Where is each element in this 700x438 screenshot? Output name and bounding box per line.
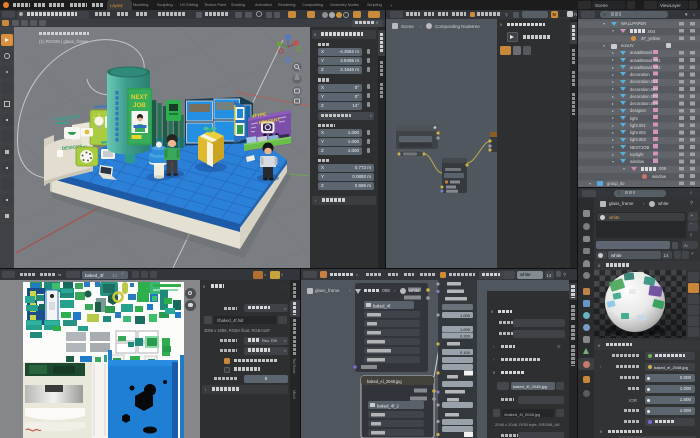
svg-text:baked_4f_2: baked_4f_2 xyxy=(377,404,400,409)
svg-text:JOB: JOB xyxy=(133,102,146,109)
svg-text:baked_el_2048.jpg: baked_el_2048.jpg xyxy=(367,379,402,384)
svg-text:NEXT: NEXT xyxy=(131,94,148,101)
svg-text:0.200: 0.200 xyxy=(460,334,471,339)
svg-text:1.000: 1.000 xyxy=(460,327,471,332)
svg-text:0.100: 0.100 xyxy=(460,350,471,355)
svg-text:1.000: 1.000 xyxy=(460,313,471,318)
svg-text:baked_4f: baked_4f xyxy=(373,304,391,309)
